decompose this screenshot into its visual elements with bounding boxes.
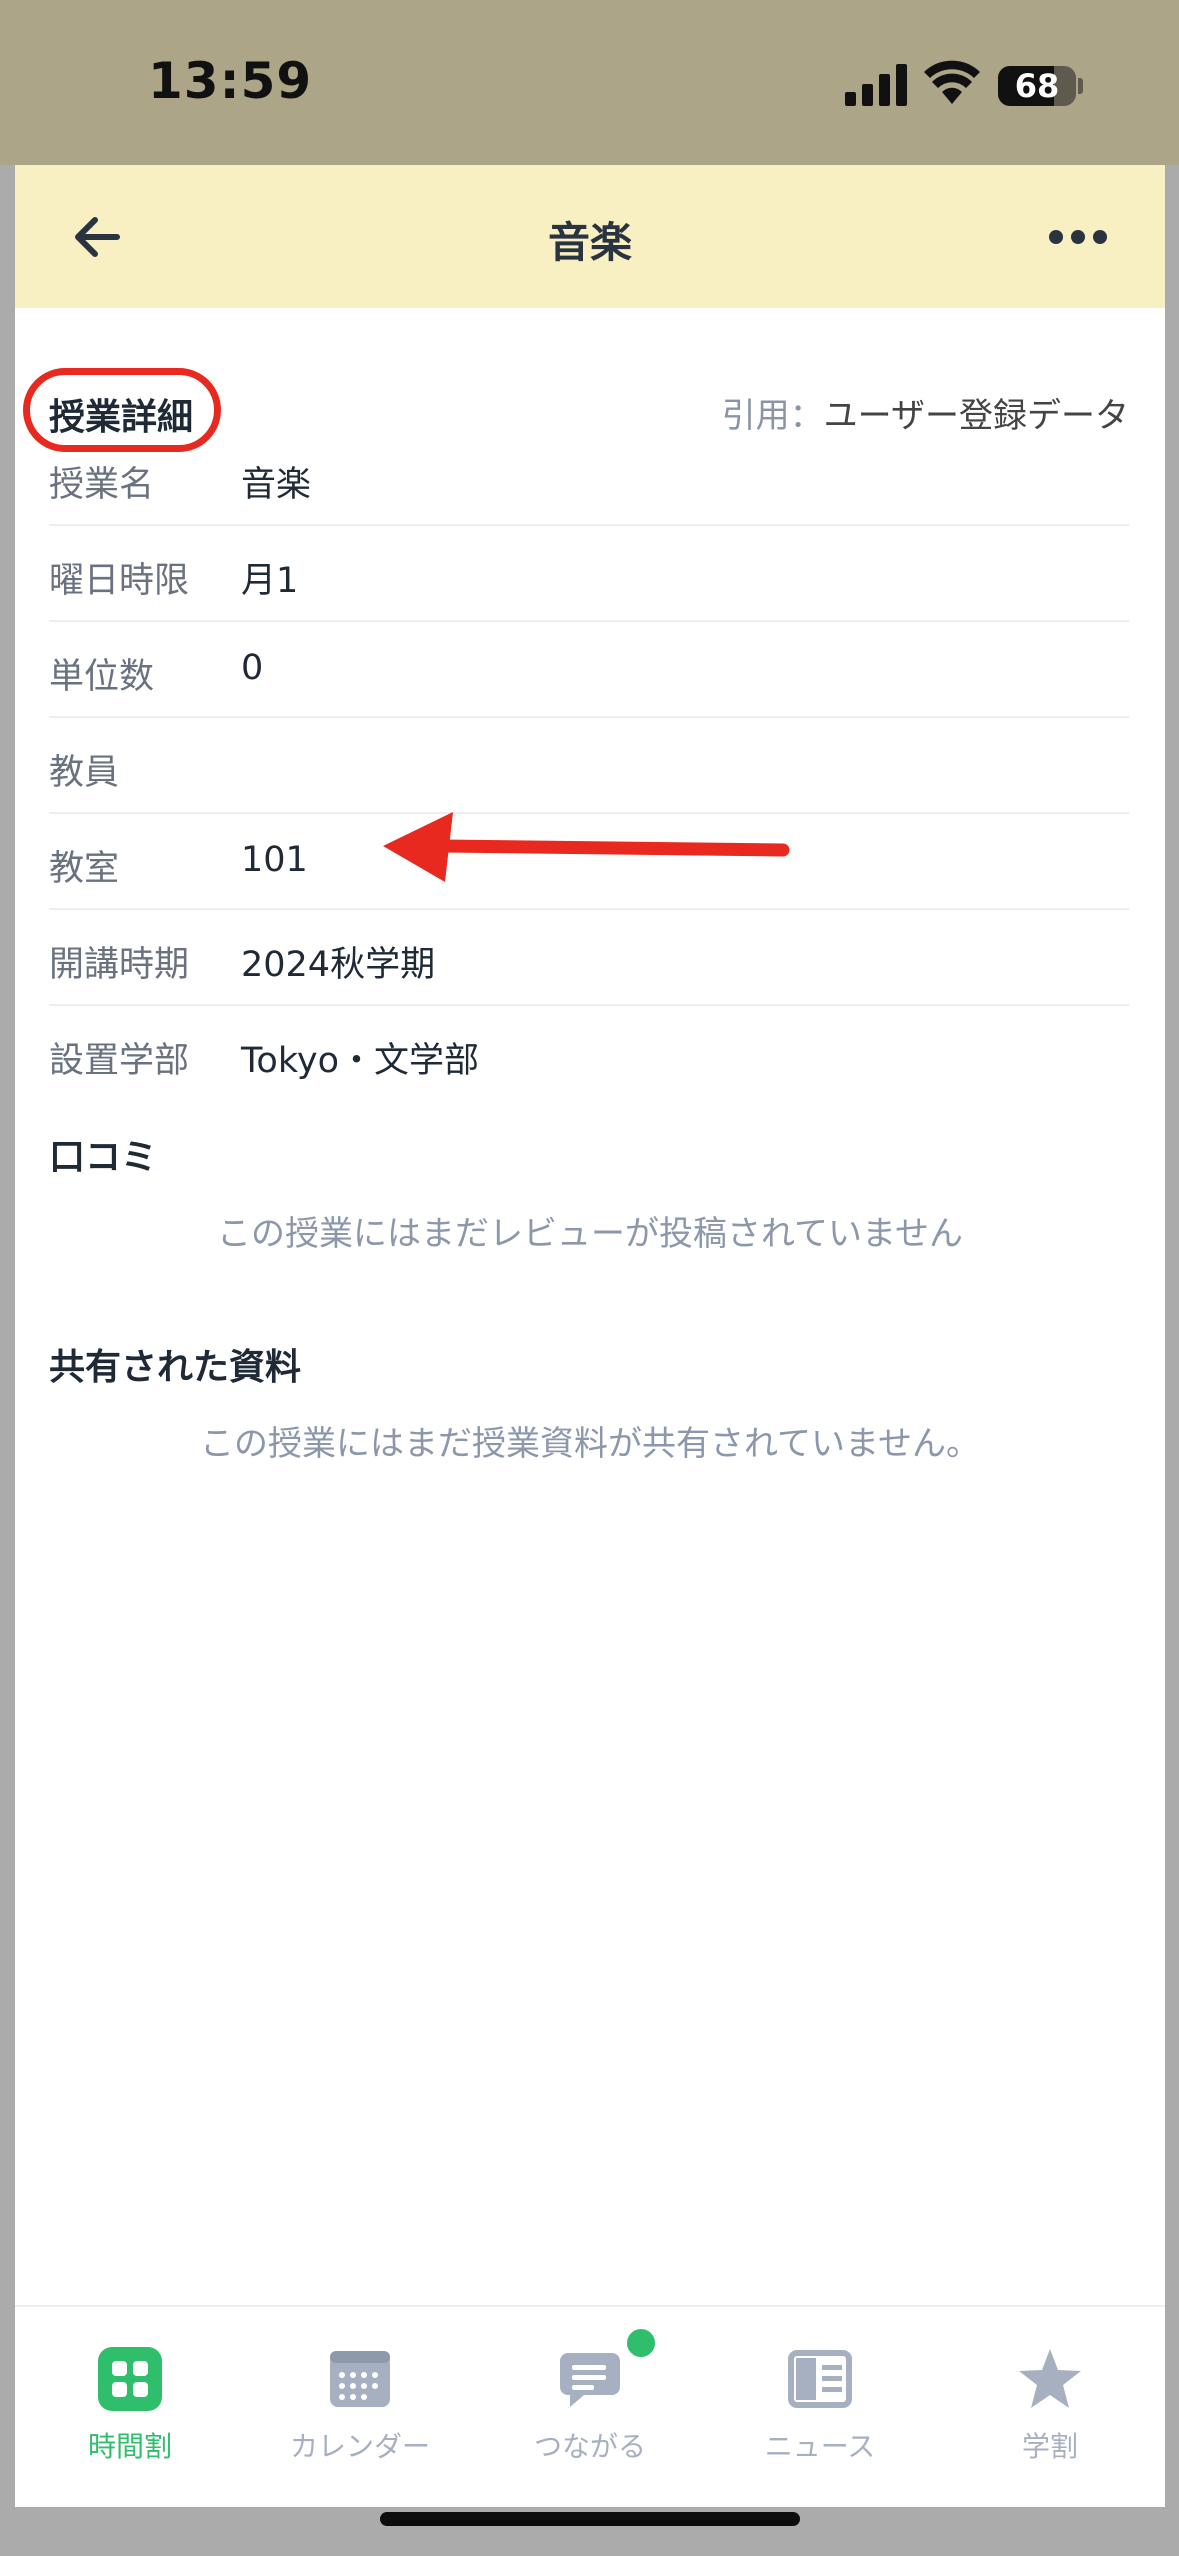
detail-value: 月1	[241, 561, 299, 601]
detail-value: 2024秋学期	[241, 945, 436, 985]
detail-row-credits: 単位数 0	[49, 622, 1129, 718]
timetable-icon	[98, 2347, 162, 2411]
materials-heading: 共有された資料	[49, 1347, 302, 1388]
more-options-icon[interactable]	[1045, 209, 1111, 265]
calendar-icon	[330, 2351, 390, 2407]
detail-label: 授業名	[49, 465, 155, 505]
star-icon	[1019, 2349, 1081, 2408]
status-time: 13:59	[148, 52, 313, 110]
detail-row-course-name: 授業名 音楽	[49, 430, 1129, 526]
home-indicator	[380, 2512, 800, 2526]
battery-icon: 68	[998, 66, 1076, 106]
reviews-heading: 口コミ	[49, 1137, 158, 1178]
annotation-arrow	[383, 812, 790, 882]
status-bar: 13:59 68	[0, 0, 1179, 165]
detail-row-instructor: 教員	[49, 718, 1129, 814]
detail-label: 教員	[49, 753, 120, 793]
detail-label: 設置学部	[49, 1041, 190, 1081]
tab-label: カレンダー	[289, 2430, 430, 2463]
tab-label: 時間割	[87, 2430, 172, 2463]
course-detail-sheet: 音楽 授業詳細 引用：ユーザー登録データ 授業名 音楽 曜日時限 月1 単位数 …	[15, 165, 1165, 2507]
detail-value: Tokyo・文学部	[241, 1041, 479, 1081]
detail-value: 音楽	[241, 465, 312, 505]
detail-label: 単位数	[49, 657, 155, 697]
tab-connect[interactable]: つながる	[475, 2307, 705, 2507]
wifi-icon	[924, 60, 980, 104]
detail-value: 101	[241, 840, 308, 880]
tab-news[interactable]: ニュース	[705, 2307, 935, 2507]
tab-bar: 時間割 カレンダー つながる ニュース 学割	[15, 2305, 1165, 2507]
notification-dot-icon	[625, 2327, 657, 2359]
cellular-signal-icon	[845, 62, 907, 106]
detail-value: 0	[241, 648, 264, 688]
nav-bar: 音楽	[15, 165, 1165, 308]
page-title: 音楽	[547, 218, 632, 267]
battery-level: 68	[1014, 67, 1060, 105]
detail-row-schedule: 曜日時限 月1	[49, 526, 1129, 622]
detail-row-faculty: 設置学部 Tokyo・文学部	[49, 1006, 1129, 1102]
tab-label: ニュース	[764, 2430, 876, 2463]
tab-student-discount[interactable]: 学割	[935, 2307, 1165, 2507]
tab-timetable[interactable]: 時間割	[15, 2307, 245, 2507]
materials-empty-message: この授業にはまだ授業資料が共有されていません。	[200, 1424, 980, 1464]
detail-row-term: 開講時期 2024秋学期	[49, 910, 1129, 1006]
detail-label: 曜日時限	[49, 561, 190, 601]
tab-label: 学割	[1021, 2430, 1078, 2463]
battery-tip	[1078, 78, 1083, 94]
detail-label: 教室	[49, 849, 120, 889]
chat-icon	[560, 2353, 620, 2407]
tab-calendar[interactable]: カレンダー	[245, 2307, 475, 2507]
tab-label: つながる	[533, 2430, 646, 2463]
news-icon	[788, 2350, 852, 2408]
detail-label: 開講時期	[49, 945, 190, 985]
reviews-empty-message: この授業にはまだレビューが投稿されていません	[217, 1214, 963, 1254]
